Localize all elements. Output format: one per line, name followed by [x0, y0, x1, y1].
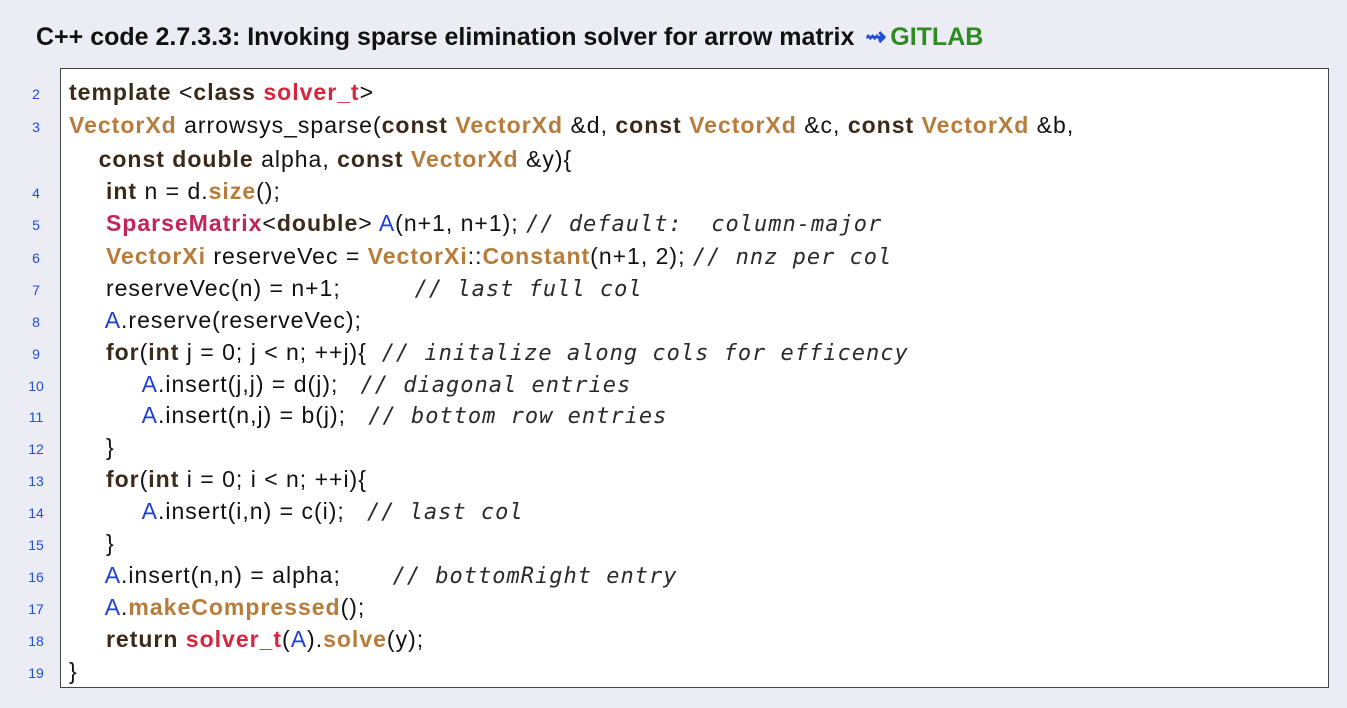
- code-line: for(int i = 0; i < n; ++i){: [105, 466, 367, 492]
- code-line: A.insert(i,n) = c(i); // last col: [141, 498, 524, 525]
- link-arrow-icon: ⇝: [865, 23, 887, 51]
- gitlab-link[interactable]: GITLAB: [890, 23, 983, 51]
- code-line: VectorXi reserveVec = VectorXi::Constant…: [105, 243, 893, 270]
- code-line: A.reserve(reserveVec);: [104, 307, 362, 333]
- line-number: 7: [32, 282, 40, 298]
- code-line: A.makeCompressed();: [104, 594, 366, 620]
- line-number: 6: [32, 250, 40, 266]
- line-number: 15: [28, 537, 44, 553]
- line-number: 13: [28, 473, 44, 489]
- code-line: }: [69, 658, 78, 684]
- code-line: const double alpha, const VectorXd &y){: [98, 146, 573, 172]
- line-number: 5: [32, 217, 40, 233]
- line-number: 2: [32, 86, 40, 102]
- line-number: 19: [28, 665, 44, 681]
- line-number: 12: [28, 441, 44, 457]
- code-line: A.insert(n,j) = b(j); // bottom row entr…: [141, 402, 668, 429]
- caption-label: C++ code 2.7.3.3: Invoking sparse elimin…: [36, 23, 855, 51]
- code-line: reserveVec(n) = n+1; // last full col: [69, 275, 643, 302]
- line-number: 10: [28, 378, 44, 394]
- code-line: A.insert(j,j) = d(j); // diagonal entrie…: [141, 371, 632, 398]
- line-number: 3: [32, 119, 40, 135]
- line-number: 18: [28, 633, 44, 649]
- code-line: for(int j = 0; j < n; ++j){ // initalize…: [105, 339, 909, 366]
- line-number: 14: [28, 505, 44, 521]
- code-line: return solver_t(A).solve(y);: [105, 626, 425, 652]
- code-box: template <class solver_t> VectorXd arrows…: [60, 68, 1329, 688]
- code-line: VectorXd arrowsys_sparse(const VectorXd …: [69, 112, 1075, 138]
- line-number: 4: [32, 185, 40, 201]
- code-line: template <class solver_t>: [69, 79, 375, 105]
- code-caption: C++ code 2.7.3.3: Invoking sparse elimin…: [36, 22, 983, 52]
- line-number: 11: [28, 409, 44, 425]
- line-number: 17: [28, 601, 44, 617]
- code-line: SparseMatrix<double> A(n+1, n+1); // def…: [105, 210, 883, 237]
- line-number: 9: [32, 346, 40, 362]
- code-line: A.insert(n,n) = alpha; // bottomRight en…: [104, 562, 678, 589]
- line-number: 8: [32, 314, 40, 330]
- code-line: int n = d.size();: [105, 178, 281, 204]
- code-line: }: [69, 434, 115, 460]
- code-line: }: [69, 530, 115, 556]
- line-number: 16: [28, 569, 44, 585]
